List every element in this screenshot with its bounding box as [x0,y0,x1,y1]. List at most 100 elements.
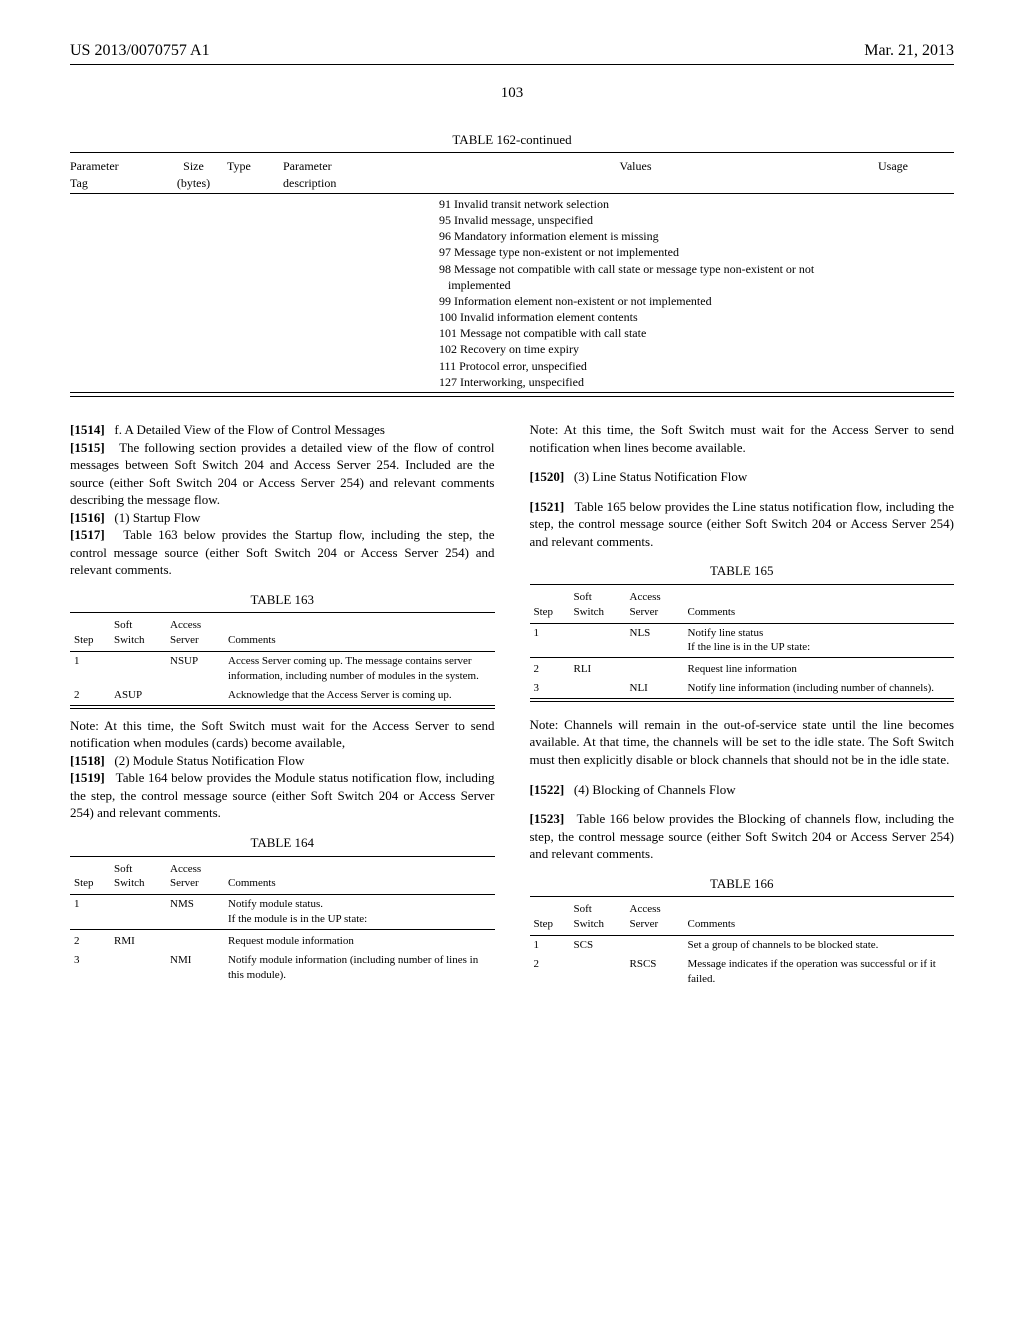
table-cell: Message indicates if the operation was s… [684,955,955,989]
para-1521-num: [1521] [530,499,565,514]
table-cell [110,895,166,930]
t162-h-paramdesc: Parameter description [283,156,399,193]
table-cell: 2 [70,686,110,705]
t162-value-line: 127 Interworking, unspecified [439,374,872,390]
table-row: 2RLIRequest line information [530,660,955,679]
note-164: Note: At this time, the Soft Switch must… [530,421,955,456]
table-cell [570,679,626,698]
page-number: 103 [70,83,954,103]
table-cell: NLS [626,623,684,658]
t162-value-line: 97 Message type non-existent or not impl… [439,244,872,260]
t162-value-line: 96 Mandatory information element is miss… [439,228,872,244]
table-cell [166,686,224,705]
t162-value-line: 95 Invalid message, unspecified [439,212,872,228]
para-1520-text: (3) Line Status Notification Flow [574,469,747,484]
t163-h-ss: Soft Switch [110,615,166,651]
table-cell: ASUP [110,686,166,705]
t162-value-line: 102 Recovery on time expiry [439,341,872,357]
table-cell [570,623,626,658]
table-cell [570,955,626,989]
table-row: 2 RSCSMessage indicates if the operation … [530,955,955,989]
table-cell: NLI [626,679,684,698]
t162-h-size: Size (bytes) [166,156,227,193]
para-1517-text: Table 163 below provides the Startup flo… [70,527,495,577]
t162-value-line: 111 Protocol error, unspecified [439,358,872,374]
t165-h-as: Access Server [626,587,684,623]
t162-value-line: 98 Message not compatible with call stat… [439,261,872,293]
right-column: Note: At this time, the Soft Switch must… [530,421,955,988]
table-row: 2RMI Request module information [70,932,495,951]
note-163: Note: At this time, the Soft Switch must… [70,717,495,752]
table-163: Step Soft Switch Access Server Comments … [70,612,495,708]
t164-h-as: Access Server [166,859,224,895]
table-cell: NSUP [166,652,224,686]
para-1515-num: [1515] [70,440,105,455]
table-cell: 2 [530,660,570,679]
t163-h-step: Step [70,615,110,651]
para-1515-text: The following section provides a detaile… [70,440,495,508]
doc-id: US 2013/0070757 A1 [70,40,210,62]
doc-date: Mar. 21, 2013 [864,40,954,62]
table-cell: 2 [530,955,570,989]
para-1516-num: [1516] [70,510,105,525]
para-1514-text: f. A Detailed View of the Flow of Contro… [114,422,385,437]
para-1520-num: [1520] [530,469,565,484]
t162-h-paramtag: Parameter Tag [70,156,166,193]
t162-value-line: 91 Invalid transit network selection [439,196,872,212]
table-cell: Notify line status If the line is in the… [684,623,955,658]
table-cell: Notify line information (including numbe… [684,679,955,698]
table-cell [626,935,684,954]
t166-h-as: Access Server [626,899,684,935]
table-cell: 1 [70,895,110,930]
para-1522-text: (4) Blocking of Channels Flow [574,782,736,797]
t162-h-usage: Usage [878,156,954,193]
table-164: Step Soft Switch Access Server Comments … [70,856,495,985]
t166-h-ss: Soft Switch [570,899,626,935]
table-row: 1 NLSNotify line status If the line is in… [530,623,955,658]
t163-h-comments: Comments [224,615,495,651]
t165-h-ss: Soft Switch [570,587,626,623]
table-cell: Access Server coming up. The message con… [224,652,495,686]
table-row: 1SCSSet a group of channels to be blocke… [530,935,955,954]
table-cell: NMI [166,951,224,985]
table-162-title: TABLE 162-continued [70,131,954,149]
table-cell: Acknowledge that the Access Server is co… [224,686,495,705]
para-1522-num: [1522] [530,782,565,797]
left-column: [1514] f. A Detailed View of the Flow of… [70,421,495,988]
para-1523-num: [1523] [530,811,565,826]
t163-h-as: Access Server [166,615,224,651]
table-row: 3 NMINotify module information (including… [70,951,495,985]
table-cell: RMI [110,932,166,951]
table-cell: 3 [530,679,570,698]
table-165: Step Soft Switch Access Server Comments … [530,584,955,702]
table-cell: 3 [70,951,110,985]
table-cell: NMS [166,895,224,930]
table-cell: Request module information [224,932,495,951]
t166-h-comments: Comments [684,899,955,935]
para-1514-num: [1514] [70,422,105,437]
table-cell: 1 [530,935,570,954]
t165-h-comments: Comments [684,587,955,623]
table-cell: SCS [570,935,626,954]
para-1519-text: Table 164 below provides the Module stat… [70,770,495,820]
para-1519-num: [1519] [70,770,105,785]
table-166: Step Soft Switch Access Server Comments … [530,896,955,988]
t166-h-step: Step [530,899,570,935]
table-row: 2ASUP Acknowledge that the Access Server … [70,686,495,705]
para-1518-text: (2) Module Status Notification Flow [114,753,304,768]
table-cell: RSCS [626,955,684,989]
page-header: US 2013/0070757 A1 Mar. 21, 2013 [70,40,954,65]
t162-values-cell: 91 Invalid transit network selection 95 … [399,193,878,392]
t164-h-ss: Soft Switch [110,859,166,895]
t162-value-line: 100 Invalid information element contents [439,309,872,325]
table-cell: 1 [530,623,570,658]
para-1521-text: Table 165 below provides the Line status… [530,499,955,549]
table-162: Parameter Tag Size (bytes) Type Paramete… [70,152,954,397]
table-row: 1NSUPAccess Server coming up. The messag… [70,652,495,686]
table-cell: Notify module status. If the module is i… [224,895,495,930]
t165-h-step: Step [530,587,570,623]
table-cell: Notify module information (including num… [224,951,495,985]
table-cell: 2 [70,932,110,951]
para-1518-num: [1518] [70,753,105,768]
table-166-title: TABLE 166 [530,875,955,893]
